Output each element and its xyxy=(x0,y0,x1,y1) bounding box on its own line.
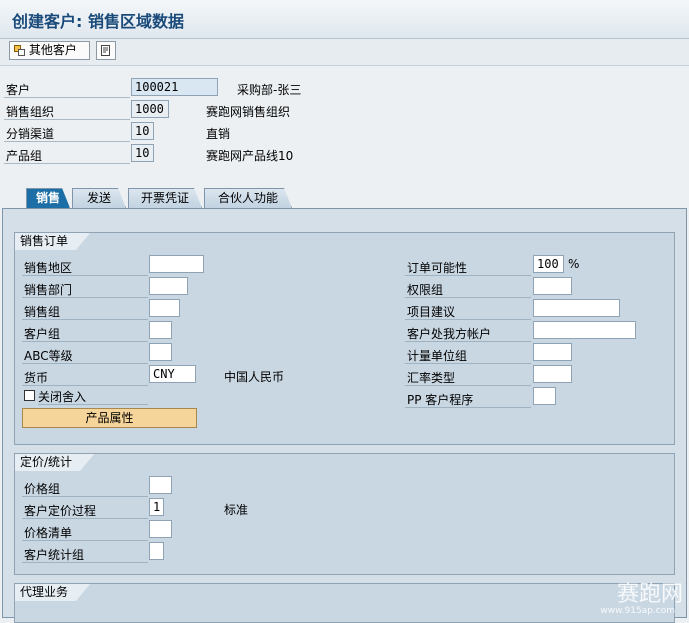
agency-business-group-title: 代理业务 xyxy=(15,584,90,601)
price-group-label: 价格组 xyxy=(24,482,61,496)
dist-channel-field[interactable]: 10 xyxy=(131,122,154,140)
unit-group-field[interactable] xyxy=(533,343,572,361)
unit-group-line xyxy=(405,363,531,364)
abc-class-field[interactable] xyxy=(149,343,172,361)
agency-business-group: 代理业务 xyxy=(14,583,675,623)
order-probability-line xyxy=(405,275,531,276)
price-group-line xyxy=(22,496,148,497)
product-attributes-button[interactable]: 产品属性 xyxy=(22,408,197,428)
pp-customer-procedure-line xyxy=(405,407,531,408)
tab-sales[interactable]: 销售 xyxy=(26,188,70,208)
account-at-customer-line xyxy=(405,341,531,342)
customer-label-line xyxy=(4,97,130,98)
order-probability-unit: % xyxy=(568,257,580,271)
order-probability-label: 订单可能性 xyxy=(407,261,468,275)
sales-office-field[interactable] xyxy=(149,277,188,295)
authorization-group-field[interactable] xyxy=(533,277,572,295)
currency-desc: 中国人民币 xyxy=(224,370,285,384)
customer-desc: 采购部-张三 xyxy=(237,83,302,97)
customer-stats-group-field[interactable] xyxy=(149,542,164,560)
currency-line xyxy=(22,385,148,386)
sales-org-label: 销售组织 xyxy=(6,105,55,119)
pricing-statistics-group: 定价/统计 价格组 客户定价过程 1 标准 价格清单 客户统计组 xyxy=(14,453,675,575)
price-group-field[interactable] xyxy=(149,476,172,494)
title-bar: 创建客户: 销售区域数据 xyxy=(0,0,689,39)
dist-channel-desc: 直销 xyxy=(206,127,231,141)
tab-partner-functions[interactable]: 合伙人功能 xyxy=(204,188,292,208)
division-field[interactable]: 10 xyxy=(131,144,154,162)
authorization-group-label: 权限组 xyxy=(407,283,444,297)
customer-field[interactable]: 100021 xyxy=(131,78,218,96)
customer-stats-group-label: 客户统计组 xyxy=(24,548,85,562)
sales-order-group-title: 销售订单 xyxy=(15,233,90,250)
division-desc: 赛跑网产品线10 xyxy=(206,149,294,163)
abc-class-label: ABC等级 xyxy=(24,349,73,363)
abc-class-line xyxy=(22,363,148,364)
customer-stats-group-line xyxy=(22,562,148,563)
sales-office-label: 销售部门 xyxy=(24,283,73,297)
sales-org-desc: 赛跑网销售组织 xyxy=(206,105,291,119)
dist-channel-label-line xyxy=(4,141,130,142)
customer-group-field[interactable] xyxy=(149,321,172,339)
page-title: 创建客户: 销售区域数据 xyxy=(12,12,184,31)
division-label-line xyxy=(4,163,130,164)
item-proposal-line xyxy=(405,319,531,320)
document-button[interactable] xyxy=(96,41,116,60)
price-list-line xyxy=(22,540,148,541)
authorization-group-line xyxy=(405,297,531,298)
rounding-off-checkbox[interactable] xyxy=(24,390,35,401)
sales-group-field[interactable] xyxy=(149,299,180,317)
pp-customer-procedure-label: PP 客户程序 xyxy=(407,393,474,407)
exchange-rate-type-field[interactable] xyxy=(533,365,572,383)
currency-label: 货币 xyxy=(24,371,49,385)
watermark-url: www.915ap.com xyxy=(600,606,675,616)
customer-pricing-procedure-field[interactable]: 1 xyxy=(149,498,164,516)
tab-billing[interactable]: 开票凭证 xyxy=(128,188,202,208)
sales-district-line xyxy=(22,275,148,276)
item-proposal-label: 项目建议 xyxy=(407,305,456,319)
tab-panel-sales: 销售订单 销售地区 销售部门 销售组 客户组 ABC等级 货币 CNY 中国人民… xyxy=(2,208,687,623)
swap-customer-icon xyxy=(14,45,25,56)
exchange-rate-type-line xyxy=(405,385,531,386)
customer-pricing-procedure-label: 客户定价过程 xyxy=(24,504,97,518)
customer-pricing-procedure-line xyxy=(22,518,148,519)
currency-field[interactable]: CNY xyxy=(149,365,196,383)
customer-group-label: 客户组 xyxy=(24,327,61,341)
customer-label: 客户 xyxy=(6,83,31,97)
customer-group-line xyxy=(22,341,148,342)
sales-group-line xyxy=(22,319,148,320)
order-probability-field[interactable]: 100 xyxy=(533,255,564,273)
tab-shipping[interactable]: 发送 xyxy=(72,188,126,208)
item-proposal-field[interactable] xyxy=(533,299,620,317)
document-icon xyxy=(101,45,110,56)
price-list-label: 价格清单 xyxy=(24,526,73,540)
exchange-rate-type-label: 汇率类型 xyxy=(407,371,456,385)
sales-org-label-line xyxy=(4,119,130,120)
application-toolbar: 其他客户 xyxy=(0,39,689,66)
sales-district-label: 销售地区 xyxy=(24,261,73,275)
dist-channel-label: 分销渠道 xyxy=(6,127,55,141)
pp-customer-procedure-field[interactable] xyxy=(533,387,556,405)
price-list-field[interactable] xyxy=(149,520,172,538)
unit-group-label: 计量单位组 xyxy=(407,349,468,363)
rounding-off-line xyxy=(38,404,148,405)
rounding-off-label: 关闭舍入 xyxy=(38,390,87,404)
sales-order-group: 销售订单 销售地区 销售部门 销售组 客户组 ABC等级 货币 CNY 中国人民… xyxy=(14,232,675,445)
sales-office-line xyxy=(22,297,148,298)
watermark-logo: 赛跑网 xyxy=(616,582,683,607)
sales-group-label: 销售组 xyxy=(24,305,61,319)
account-at-customer-field[interactable] xyxy=(533,321,636,339)
other-customer-label: 其他客户 xyxy=(28,43,77,57)
pricing-statistics-group-title: 定价/统计 xyxy=(15,454,94,471)
division-label: 产品组 xyxy=(6,149,43,163)
account-at-customer-label: 客户处我方帐户 xyxy=(407,327,492,341)
sales-district-field[interactable] xyxy=(149,255,204,273)
other-customer-button[interactable]: 其他客户 xyxy=(9,41,90,60)
customer-pricing-procedure-desc: 标准 xyxy=(224,503,249,517)
sales-org-field[interactable]: 1000 xyxy=(131,100,169,118)
